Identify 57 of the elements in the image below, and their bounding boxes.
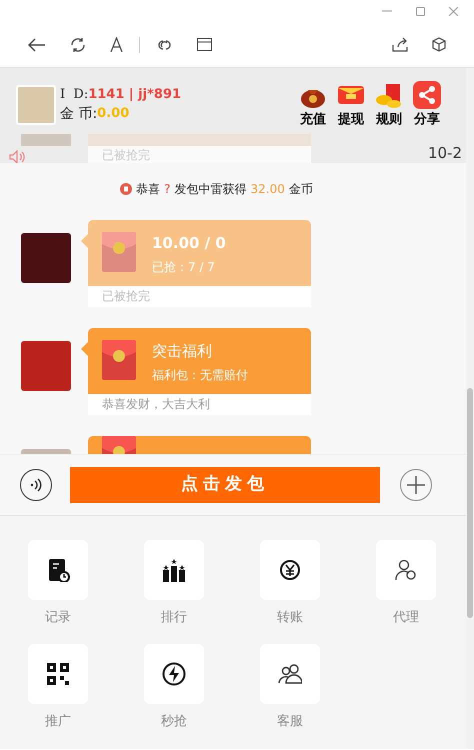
qr-code-icon [46, 662, 70, 686]
users-icon [278, 662, 302, 686]
function-tile[interactable] [144, 540, 204, 600]
yuan-exchange-icon [278, 558, 302, 582]
function-tile[interactable] [376, 540, 436, 600]
id-label: I D: [60, 86, 88, 104]
user-badge-icon [394, 558, 418, 582]
function-label: 推广 [45, 712, 71, 730]
maximize-icon[interactable] [416, 6, 425, 16]
packet-status: 恭喜发财，大吉大利 [88, 394, 311, 414]
back-icon[interactable] [28, 38, 46, 52]
document-clock-icon [46, 558, 70, 582]
function-label: 客服 [277, 712, 303, 730]
notice-text: 恭喜 ? 发包中雷获得 32.00 金币 [136, 181, 313, 198]
message-time: 10-2 [428, 143, 463, 163]
envelope-icon [102, 232, 136, 272]
scrollbar-thumb[interactable] [467, 388, 473, 618]
envelope-icon [102, 436, 136, 455]
window-icon[interactable] [197, 38, 212, 51]
signal-icon [29, 478, 43, 492]
coins-value: 0.00 [97, 105, 130, 124]
coins-label: 金 币: [60, 105, 98, 124]
lightning-icon [162, 662, 186, 686]
action-label[interactable]: 规则 [376, 110, 402, 130]
user-avatar [16, 85, 56, 125]
function-label: 转账 [277, 609, 303, 627]
packet-status: 已被抢完 [88, 286, 311, 306]
envelope-icon [102, 340, 136, 380]
packet-subtitle: 福利包：无需赔付 [152, 366, 248, 384]
action-label[interactable]: 提现 [338, 110, 364, 130]
add-button[interactable] [400, 469, 432, 501]
share-icon[interactable] [392, 37, 408, 52]
voice-button[interactable] [20, 469, 52, 501]
refresh-icon[interactable] [70, 36, 86, 52]
close-icon[interactable] [449, 6, 458, 16]
envelope-icon [120, 183, 132, 195]
link-icon[interactable] [156, 38, 173, 50]
plus-icon [407, 476, 425, 494]
packet-title: 突击福利 [152, 341, 213, 362]
function-label: 代理 [393, 609, 419, 627]
function-label: 记录 [45, 609, 71, 627]
function-label: 排行 [161, 609, 187, 627]
cube-icon[interactable] [432, 37, 446, 52]
packet-subtitle: 已抢：7 / 7 [152, 258, 216, 276]
function-label: 秒抢 [161, 712, 187, 730]
function-tile[interactable] [28, 540, 88, 600]
user-id: 1141 | jj*891 [88, 86, 182, 104]
minimize-icon[interactable] [382, 10, 392, 12]
function-tile[interactable] [260, 644, 320, 704]
function-tile[interactable] [28, 644, 88, 704]
font-icon[interactable] [110, 37, 123, 52]
action-label[interactable]: 分享 [414, 110, 440, 130]
function-tile[interactable] [144, 644, 204, 704]
podium-icon [162, 558, 186, 582]
function-tile[interactable] [260, 540, 320, 600]
packet-title: 10.00 / 0 [152, 233, 226, 254]
action-label[interactable]: 充值 [300, 110, 326, 130]
